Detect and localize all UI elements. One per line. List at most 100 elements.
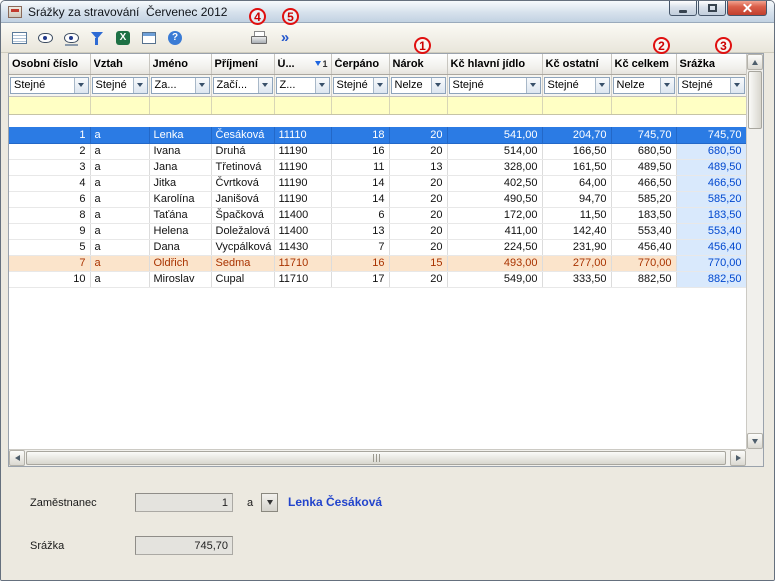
search-cell[interactable] bbox=[149, 96, 211, 114]
search-cell[interactable] bbox=[9, 96, 90, 114]
table-row[interactable]: 9aHelenaDoležalová114001320411,00142,405… bbox=[9, 223, 746, 239]
grid-cell[interactable]: 11190 bbox=[274, 175, 331, 191]
column-header[interactable]: Nárok bbox=[389, 54, 447, 74]
eye-icon[interactable] bbox=[33, 26, 57, 50]
grid-cell[interactable]: 411,00 bbox=[447, 223, 542, 239]
grid-cell[interactable]: 770,00 bbox=[611, 255, 676, 271]
grid-cell[interactable]: a bbox=[90, 159, 149, 175]
grid-cell[interactable]: 11710 bbox=[274, 271, 331, 287]
filter-dropdown[interactable]: Nelze bbox=[391, 77, 446, 94]
grid-cell[interactable]: 231,90 bbox=[542, 239, 611, 255]
grid-cell[interactable]: 20 bbox=[389, 271, 447, 287]
chevron-down-icon[interactable] bbox=[526, 78, 540, 93]
table-row[interactable]: 2aIvanaDruhá111901620514,00166,50680,506… bbox=[9, 143, 746, 159]
grid-cell[interactable]: 18 bbox=[331, 127, 389, 143]
title-bar[interactable]: Srážky za stravování Červenec 2012 bbox=[1, 1, 774, 23]
grid-cell[interactable]: 277,00 bbox=[542, 255, 611, 271]
grid-cell[interactable]: Ivana bbox=[149, 143, 211, 159]
chevron-down-icon[interactable] bbox=[258, 78, 272, 93]
grid-cell[interactable]: 20 bbox=[389, 143, 447, 159]
search-cell[interactable] bbox=[211, 96, 274, 114]
table-row[interactable]: 6aKarolínaJanišová111901420490,5094,7058… bbox=[9, 191, 746, 207]
table-row[interactable]: 10aMiroslavCupal117101720549,00333,50882… bbox=[9, 271, 746, 287]
chevron-down-icon[interactable] bbox=[195, 78, 209, 93]
grid-cell[interactable]: 161,50 bbox=[542, 159, 611, 175]
grid-cell[interactable]: 553,40 bbox=[611, 223, 676, 239]
grid-cell[interactable]: a bbox=[90, 127, 149, 143]
table-row[interactable]: 1aLenkaČesáková111101820541,00204,70745,… bbox=[9, 127, 746, 143]
grid-cell[interactable]: 6 bbox=[331, 207, 389, 223]
filter-dropdown[interactable]: Stejné bbox=[544, 77, 610, 94]
grid-cell[interactable]: Taťána bbox=[149, 207, 211, 223]
chevron-down-icon[interactable] bbox=[431, 78, 445, 93]
grid-cell[interactable]: 745,70 bbox=[611, 127, 676, 143]
table-row[interactable]: 3aJanaTřetinová111901113328,00161,50489,… bbox=[9, 159, 746, 175]
maximize-button[interactable] bbox=[698, 1, 726, 16]
column-header[interactable]: Ú...1 bbox=[274, 54, 331, 74]
grid-cell[interactable]: 14 bbox=[331, 175, 389, 191]
grid-cell[interactable]: a bbox=[90, 143, 149, 159]
grid-cell[interactable]: 2 bbox=[9, 143, 90, 159]
grid-cell[interactable]: Oldřich bbox=[149, 255, 211, 271]
excel-export-icon[interactable]: X bbox=[111, 26, 135, 50]
vertical-scroll-thumb[interactable] bbox=[748, 71, 762, 129]
filter-dropdown[interactable]: Stejné bbox=[678, 77, 745, 94]
filter-dropdown[interactable]: Začí... bbox=[213, 77, 273, 94]
print-icon[interactable] bbox=[247, 26, 271, 50]
grid-cell[interactable]: 9 bbox=[9, 223, 90, 239]
employee-picker-button[interactable] bbox=[261, 493, 278, 512]
grid-cell[interactable]: 11,50 bbox=[542, 207, 611, 223]
grid-cell[interactable]: 402,50 bbox=[447, 175, 542, 191]
grid-cell[interactable]: 11190 bbox=[274, 159, 331, 175]
column-header[interactable]: Čerpáno bbox=[331, 54, 389, 74]
grid-cell[interactable]: 172,00 bbox=[447, 207, 542, 223]
table-row[interactable]: 8aTaťánaŠpačková11400620172,0011,50183,5… bbox=[9, 207, 746, 223]
grid-cell[interactable]: 490,50 bbox=[447, 191, 542, 207]
grid-cell[interactable]: 553,40 bbox=[676, 223, 746, 239]
grid-cell[interactable]: Česáková bbox=[211, 127, 274, 143]
filter-dropdown[interactable]: Z... bbox=[276, 77, 330, 94]
grid-cell[interactable]: 8 bbox=[9, 207, 90, 223]
grid-cell[interactable]: Jitka bbox=[149, 175, 211, 191]
employee-number-input[interactable] bbox=[135, 493, 233, 512]
grid-cell[interactable]: Helena bbox=[149, 223, 211, 239]
grid-cell[interactable]: 16 bbox=[331, 255, 389, 271]
table-row[interactable]: 5aDanaVycpálková11430720224,50231,90456,… bbox=[9, 239, 746, 255]
table-row[interactable]: 4aJitkaČvrtková111901420402,5064,00466,5… bbox=[9, 175, 746, 191]
grid-cell[interactable]: 466,50 bbox=[611, 175, 676, 191]
column-header[interactable]: Jméno bbox=[149, 54, 211, 74]
deduction-input[interactable] bbox=[135, 536, 233, 555]
grid-cell[interactable]: Druhá bbox=[211, 143, 274, 159]
minimize-button[interactable] bbox=[669, 1, 697, 16]
grid-cell[interactable]: Lenka bbox=[149, 127, 211, 143]
grid-cell[interactable]: Třetinová bbox=[211, 159, 274, 175]
grid-cell[interactable]: 882,50 bbox=[676, 271, 746, 287]
grid-cell[interactable]: 14 bbox=[331, 191, 389, 207]
grid-cell[interactable]: 20 bbox=[389, 175, 447, 191]
search-cell[interactable] bbox=[611, 96, 676, 114]
filter-dropdown[interactable]: Stejné bbox=[10, 77, 89, 94]
scroll-left-button[interactable] bbox=[9, 450, 25, 466]
grid-cell[interactable]: 680,50 bbox=[676, 143, 746, 159]
filter-dropdown[interactable]: Stejné bbox=[449, 77, 541, 94]
grid-cell[interactable]: 16 bbox=[331, 143, 389, 159]
grid-cell[interactable]: 680,50 bbox=[611, 143, 676, 159]
grid-cell[interactable]: 466,50 bbox=[676, 175, 746, 191]
scroll-up-button[interactable] bbox=[747, 54, 763, 70]
search-cell[interactable] bbox=[542, 96, 611, 114]
grid-cell[interactable]: 7 bbox=[331, 239, 389, 255]
grid-cell[interactable]: Špačková bbox=[211, 207, 274, 223]
grid-cell[interactable]: 770,00 bbox=[676, 255, 746, 271]
search-cell[interactable] bbox=[331, 96, 389, 114]
grid-cell[interactable]: a bbox=[90, 191, 149, 207]
search-cell[interactable] bbox=[389, 96, 447, 114]
column-header[interactable]: Kč celkem bbox=[611, 54, 676, 74]
grid-cell[interactable]: 5 bbox=[9, 239, 90, 255]
scroll-right-button[interactable] bbox=[730, 450, 746, 466]
grid-cell[interactable]: 224,50 bbox=[447, 239, 542, 255]
grid-cell[interactable]: 493,00 bbox=[447, 255, 542, 271]
grid-cell[interactable]: a bbox=[90, 223, 149, 239]
filter-dropdown[interactable]: Stejné bbox=[333, 77, 388, 94]
column-header[interactable]: Kč ostatní bbox=[542, 54, 611, 74]
grid-cell[interactable]: 20 bbox=[389, 239, 447, 255]
